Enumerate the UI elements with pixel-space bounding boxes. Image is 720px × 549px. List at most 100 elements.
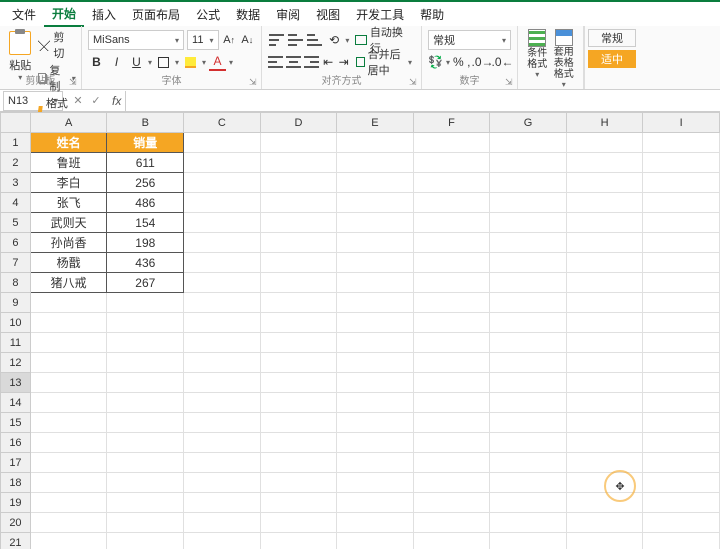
currency-button[interactable]: 💱	[428, 53, 443, 71]
cell-D1[interactable]	[260, 133, 337, 153]
cell-I21[interactable]	[643, 533, 720, 549]
shrink-font-button[interactable]: A↓	[240, 31, 255, 49]
cell-C20[interactable]	[184, 513, 261, 533]
row-header-19[interactable]: 19	[1, 493, 31, 513]
menu-page-layout[interactable]: 页面布局	[124, 3, 188, 26]
row-header-21[interactable]: 21	[1, 533, 31, 549]
cell-H21[interactable]	[566, 533, 643, 549]
cell-H20[interactable]	[566, 513, 643, 533]
indent-dec-button[interactable]: ⇤	[322, 53, 334, 71]
cell-D9[interactable]	[260, 293, 337, 313]
cell-G2[interactable]	[490, 153, 567, 173]
cell-C16[interactable]	[184, 433, 261, 453]
cell-F14[interactable]	[413, 393, 490, 413]
col-header-I[interactable]: I	[643, 113, 720, 133]
cell-E15[interactable]	[337, 413, 414, 433]
cell-F4[interactable]	[413, 193, 490, 213]
row-header-6[interactable]: 6	[1, 233, 31, 253]
cell-B12[interactable]	[107, 353, 184, 373]
menu-file[interactable]: 文件	[4, 3, 44, 26]
cell-I10[interactable]	[643, 313, 720, 333]
cell-F18[interactable]	[413, 473, 490, 493]
indent-inc-button[interactable]: ⇥	[337, 53, 349, 71]
align-left-button[interactable]	[268, 53, 283, 71]
col-header-A[interactable]: A	[30, 113, 107, 133]
row-header-13[interactable]: 13	[1, 373, 31, 393]
comma-button[interactable]: ,	[467, 53, 471, 71]
align-center-button[interactable]	[286, 53, 301, 71]
row-header-1[interactable]: 1	[1, 133, 31, 153]
cell-D20[interactable]	[260, 513, 337, 533]
cell-E2[interactable]	[337, 153, 414, 173]
cell-F2[interactable]	[413, 153, 490, 173]
formula-input[interactable]	[125, 91, 720, 111]
cell-H6[interactable]	[566, 233, 643, 253]
row-header-14[interactable]: 14	[1, 393, 31, 413]
cell-I13[interactable]	[643, 373, 720, 393]
cell-B5[interactable]: 154	[107, 213, 184, 233]
cell-A12[interactable]	[30, 353, 107, 373]
cell-E4[interactable]	[337, 193, 414, 213]
cell-B14[interactable]	[107, 393, 184, 413]
cell-A18[interactable]	[30, 473, 107, 493]
cell-B10[interactable]	[107, 313, 184, 333]
cell-G12[interactable]	[490, 353, 567, 373]
cell-G10[interactable]	[490, 313, 567, 333]
cell-D6[interactable]	[260, 233, 337, 253]
cell-F11[interactable]	[413, 333, 490, 353]
cell-C14[interactable]	[184, 393, 261, 413]
cell-C2[interactable]	[184, 153, 261, 173]
row-header-11[interactable]: 11	[1, 333, 31, 353]
cell-F19[interactable]	[413, 493, 490, 513]
cell-I20[interactable]	[643, 513, 720, 533]
cell-F20[interactable]	[413, 513, 490, 533]
cell-D21[interactable]	[260, 533, 337, 549]
cell-A13[interactable]	[30, 373, 107, 393]
cell-I4[interactable]	[643, 193, 720, 213]
cell-A15[interactable]	[30, 413, 107, 433]
number-format-select[interactable]: 常规▾	[428, 30, 511, 50]
cell-style-normal[interactable]: 常规	[588, 29, 636, 47]
cell-G7[interactable]	[490, 253, 567, 273]
cell-G3[interactable]	[490, 173, 567, 193]
cell-A21[interactable]	[30, 533, 107, 549]
cell-C21[interactable]	[184, 533, 261, 549]
cell-F17[interactable]	[413, 453, 490, 473]
cell-F6[interactable]	[413, 233, 490, 253]
cell-B19[interactable]	[107, 493, 184, 513]
cell-A1[interactable]: 姓名	[30, 133, 107, 153]
row-header-16[interactable]: 16	[1, 433, 31, 453]
cell-I9[interactable]	[643, 293, 720, 313]
cell-F9[interactable]	[413, 293, 490, 313]
cell-B8[interactable]: 267	[107, 273, 184, 293]
cell-G1[interactable]	[490, 133, 567, 153]
cell-E14[interactable]	[337, 393, 414, 413]
italic-button[interactable]: I	[108, 53, 125, 71]
menu-review[interactable]: 审阅	[268, 3, 308, 26]
cell-C7[interactable]	[184, 253, 261, 273]
cell-C10[interactable]	[184, 313, 261, 333]
cell-B9[interactable]	[107, 293, 184, 313]
cell-B21[interactable]	[107, 533, 184, 549]
cut-button[interactable]: 剪切	[38, 29, 75, 61]
cell-C6[interactable]	[184, 233, 261, 253]
cell-E5[interactable]	[337, 213, 414, 233]
cell-A3[interactable]: 李白	[30, 173, 107, 193]
cell-H12[interactable]	[566, 353, 643, 373]
fx-icon[interactable]: fx	[108, 94, 125, 108]
row-header-4[interactable]: 4	[1, 193, 31, 213]
cell-I14[interactable]	[643, 393, 720, 413]
cell-C17[interactable]	[184, 453, 261, 473]
cell-A9[interactable]	[30, 293, 107, 313]
cell-I17[interactable]	[643, 453, 720, 473]
cell-G8[interactable]	[490, 273, 567, 293]
cell-D19[interactable]	[260, 493, 337, 513]
cell-G9[interactable]	[490, 293, 567, 313]
fill-color-button[interactable]	[182, 53, 199, 71]
row-header-9[interactable]: 9	[1, 293, 31, 313]
cell-A16[interactable]	[30, 433, 107, 453]
cell-A20[interactable]	[30, 513, 107, 533]
cell-A4[interactable]: 张飞	[30, 193, 107, 213]
cell-I18[interactable]	[643, 473, 720, 493]
cell-G19[interactable]	[490, 493, 567, 513]
